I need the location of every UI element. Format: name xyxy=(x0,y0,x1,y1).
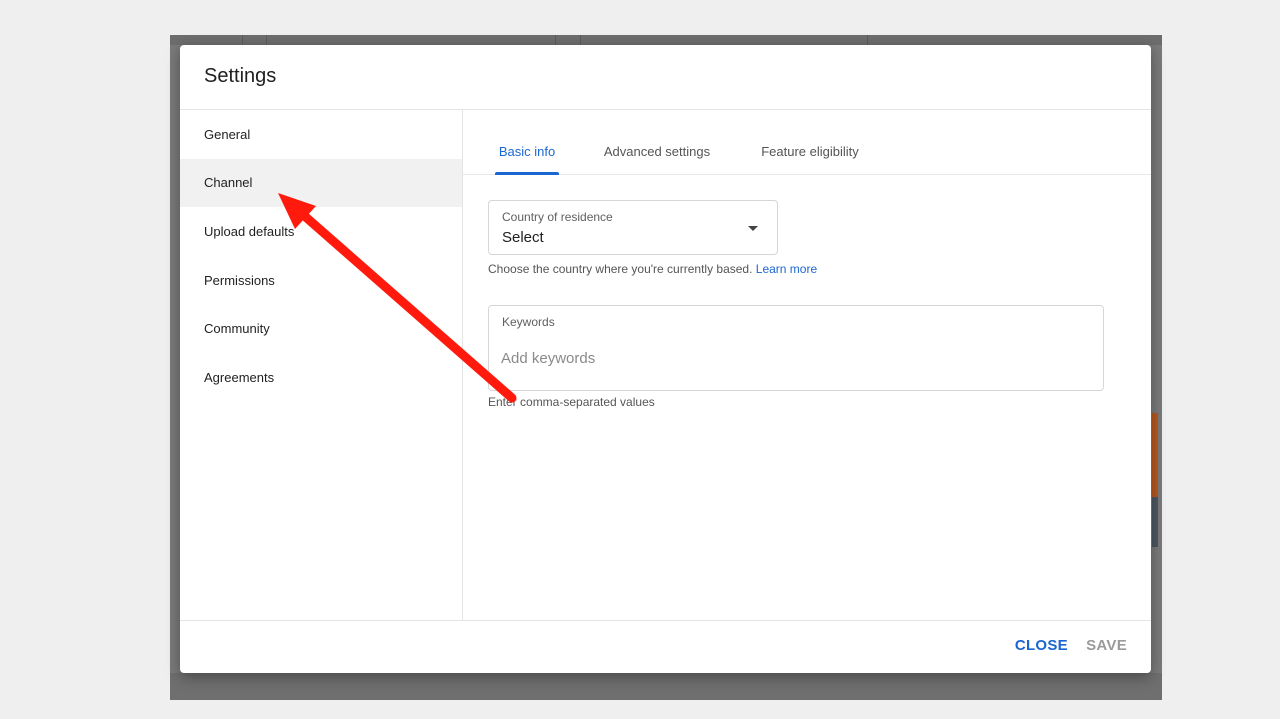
dialog-title: Settings xyxy=(204,65,277,87)
background-divider xyxy=(242,35,243,45)
background-thumbnail xyxy=(1152,413,1158,497)
keywords-input[interactable] xyxy=(501,346,1081,370)
background-thumbnail xyxy=(1152,497,1158,547)
tab-feature-eligibility[interactable]: Feature eligibility xyxy=(754,136,866,174)
country-label: Country of residence xyxy=(502,210,613,224)
save-button[interactable]: SAVE xyxy=(1086,637,1127,654)
background-divider xyxy=(580,35,581,45)
background-divider xyxy=(555,35,556,45)
settings-dialog: Settings General Channel Upload defaults… xyxy=(180,45,1151,673)
country-help-label: Choose the country where you're currentl… xyxy=(488,262,753,276)
caret-down-icon xyxy=(748,226,758,231)
settings-content: Basic info Advanced settings Feature eli… xyxy=(463,110,1151,621)
country-help-text: Choose the country where you're currentl… xyxy=(488,262,817,276)
background-divider xyxy=(867,35,868,45)
learn-more-link[interactable]: Learn more xyxy=(756,262,817,276)
close-button[interactable]: CLOSE xyxy=(1015,637,1068,654)
keywords-help-text: Enter comma-separated values xyxy=(488,395,655,409)
sidebar-item-upload-defaults[interactable]: Upload defaults xyxy=(180,207,462,256)
country-value: Select xyxy=(502,229,544,246)
keywords-field[interactable]: Keywords xyxy=(488,305,1104,391)
sidebar-item-agreements[interactable]: Agreements xyxy=(180,353,462,402)
sidebar-item-channel[interactable]: Channel xyxy=(180,158,462,208)
background-bottom-band xyxy=(170,673,1162,700)
tab-basic-info[interactable]: Basic info xyxy=(495,136,559,175)
keywords-label: Keywords xyxy=(502,315,555,329)
sidebar-item-permissions[interactable]: Permissions xyxy=(180,256,462,305)
background-app-bar xyxy=(170,35,1162,45)
tab-advanced-settings[interactable]: Advanced settings xyxy=(598,136,716,174)
settings-sidebar: General Channel Upload defaults Permissi… xyxy=(180,110,463,621)
background-divider xyxy=(266,35,267,45)
dialog-footer: CLOSE SAVE xyxy=(180,620,1151,673)
sidebar-item-general[interactable]: General xyxy=(180,110,462,159)
tab-bar: Basic info Advanced settings Feature eli… xyxy=(463,110,1151,175)
sidebar-item-community[interactable]: Community xyxy=(180,304,462,353)
country-select[interactable]: Country of residence Select xyxy=(488,200,778,255)
